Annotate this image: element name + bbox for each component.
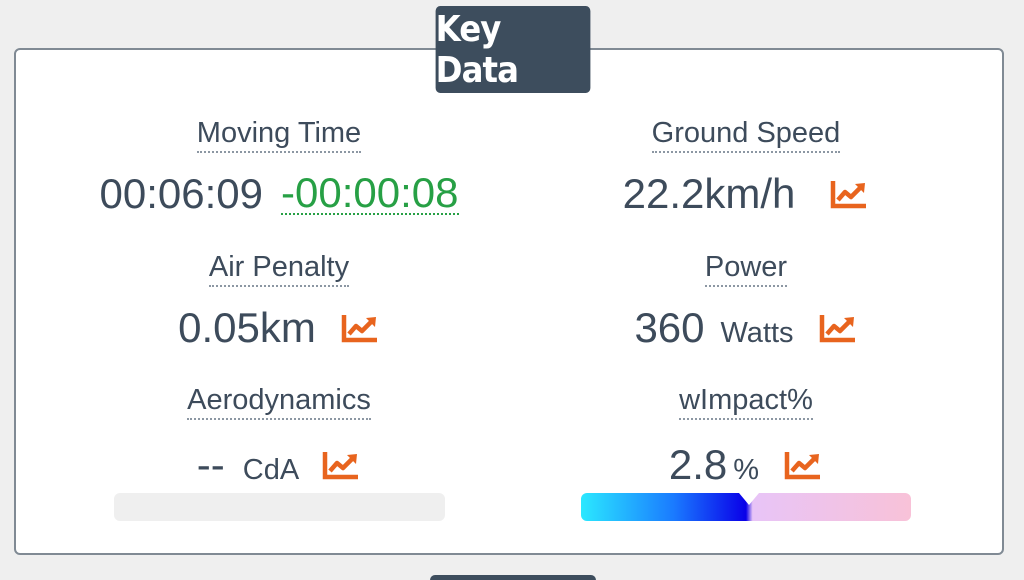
panel-title: Key Data	[435, 6, 591, 93]
wimpact-label[interactable]: wImpact%	[679, 383, 813, 420]
ground-speed-value-row: 22.2km/h	[581, 170, 911, 218]
moving-time-value: 00:06:09	[99, 170, 264, 217]
metric-moving-time: Moving Time 00:06:09 -00:00:08	[100, 116, 459, 226]
aerodynamics-bar	[114, 493, 445, 521]
key-data-widget: Key Data Moving Time 00:06:09 -00:00:08 …	[0, 0, 1024, 580]
wimpact-value: 2.8	[668, 441, 728, 488]
wimpact-chart-icon[interactable]	[783, 449, 823, 481]
wimpact-value-row: 2.8 %	[581, 441, 911, 489]
power-value-row: 360 Watts	[581, 304, 911, 352]
wimpact-marker	[739, 493, 760, 505]
aerodynamics-value-group: -- CdA	[197, 441, 299, 489]
ground-speed-chart-icon[interactable]	[829, 178, 869, 210]
aerodynamics-label[interactable]: Aerodynamics	[187, 383, 371, 420]
power-value-group: 360 Watts	[634, 304, 793, 352]
moving-time-label[interactable]: Moving Time	[196, 116, 362, 153]
power-unit: Watts	[720, 317, 794, 349]
next-panel-tab	[430, 575, 596, 580]
metric-ground-speed: Ground Speed 22.2km/h	[581, 116, 911, 226]
power-label[interactable]: Power	[704, 250, 788, 287]
aerodynamics-value: --	[196, 441, 225, 488]
air-penalty-value-row: 0.05km	[114, 304, 444, 352]
air-penalty-value: 0.05km	[178, 304, 316, 351]
moving-time-delta[interactable]: -00:00:08	[281, 172, 459, 215]
aerodynamics-chart-icon[interactable]	[321, 449, 361, 481]
wimpact-unit: %	[733, 454, 760, 486]
aerodynamics-unit: CdA	[242, 454, 300, 486]
metric-air-penalty: Air Penalty 0.05km	[114, 250, 444, 360]
ground-speed-label[interactable]: Ground Speed	[651, 116, 841, 153]
aerodynamics-value-row: -- CdA	[114, 441, 444, 489]
power-chart-icon[interactable]	[818, 312, 858, 344]
metric-power: Power 360 Watts	[581, 250, 911, 360]
metric-wimpact: wImpact% 2.8 %	[581, 383, 911, 493]
air-penalty-label[interactable]: Air Penalty	[208, 250, 350, 287]
metric-aerodynamics: Aerodynamics -- CdA	[114, 383, 444, 493]
air-penalty-chart-icon[interactable]	[340, 312, 380, 344]
power-value: 360	[634, 304, 705, 351]
wimpact-value-group: 2.8 %	[669, 441, 759, 489]
moving-time-value-row: 00:06:09 -00:00:08	[100, 170, 459, 218]
ground-speed-value: 22.2km/h	[622, 170, 796, 217]
